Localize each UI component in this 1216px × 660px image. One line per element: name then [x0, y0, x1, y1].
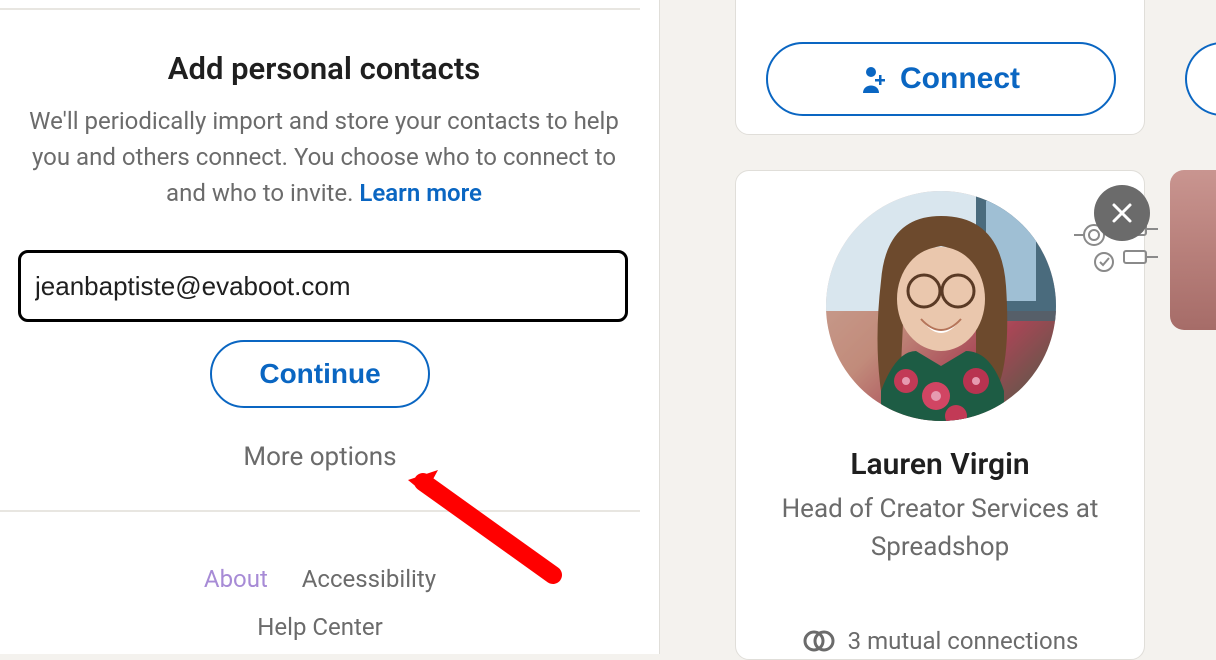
footer-accessibility-link[interactable]: Accessibility [302, 565, 436, 593]
close-icon [1111, 202, 1133, 224]
suggestion-card-partial[interactable] [1170, 170, 1216, 330]
divider [0, 8, 640, 10]
suggestions-area: Based on your profile Connect [735, 0, 1215, 654]
connect-icon [862, 65, 886, 93]
panel-description: We'll periodically import and store your… [14, 103, 634, 211]
learn-more-link[interactable]: Learn more [359, 179, 482, 207]
add-contacts-header: Add personal contacts We'll periodically… [14, 50, 634, 211]
email-field[interactable] [18, 250, 628, 322]
connect-label: Connect [900, 62, 1020, 96]
divider [0, 510, 640, 512]
dismiss-button[interactable] [1094, 185, 1150, 241]
mutual-text: 3 mutual connections [848, 627, 1079, 655]
connect-button-partial[interactable] [1185, 42, 1216, 116]
footer-about-link[interactable]: About [204, 565, 268, 593]
description-text: We'll periodically import and store your… [29, 107, 619, 207]
mutual-connections: 3 mutual connections [736, 627, 1144, 655]
add-contacts-panel: Add personal contacts We'll periodically… [0, 0, 660, 654]
mutual-icon [802, 630, 836, 652]
avatar-image [826, 191, 1056, 421]
person-name: Lauren Virgin [736, 447, 1144, 482]
panel-title: Add personal contacts [14, 50, 634, 87]
avatar[interactable] [826, 191, 1056, 421]
continue-button[interactable]: Continue [210, 340, 430, 408]
person-headline: Head of Creator Services at Spreadshop [736, 491, 1144, 566]
footer-links: About Accessibility Help Center [0, 555, 640, 651]
connect-button[interactable]: Connect [766, 42, 1116, 116]
more-options-link[interactable]: More options [0, 442, 640, 472]
suggestion-card: Based on your profile Connect [735, 0, 1145, 135]
person-card[interactable]: Lauren Virgin Head of Creator Services a… [735, 170, 1145, 660]
footer-help-center-link[interactable]: Help Center [257, 613, 382, 641]
